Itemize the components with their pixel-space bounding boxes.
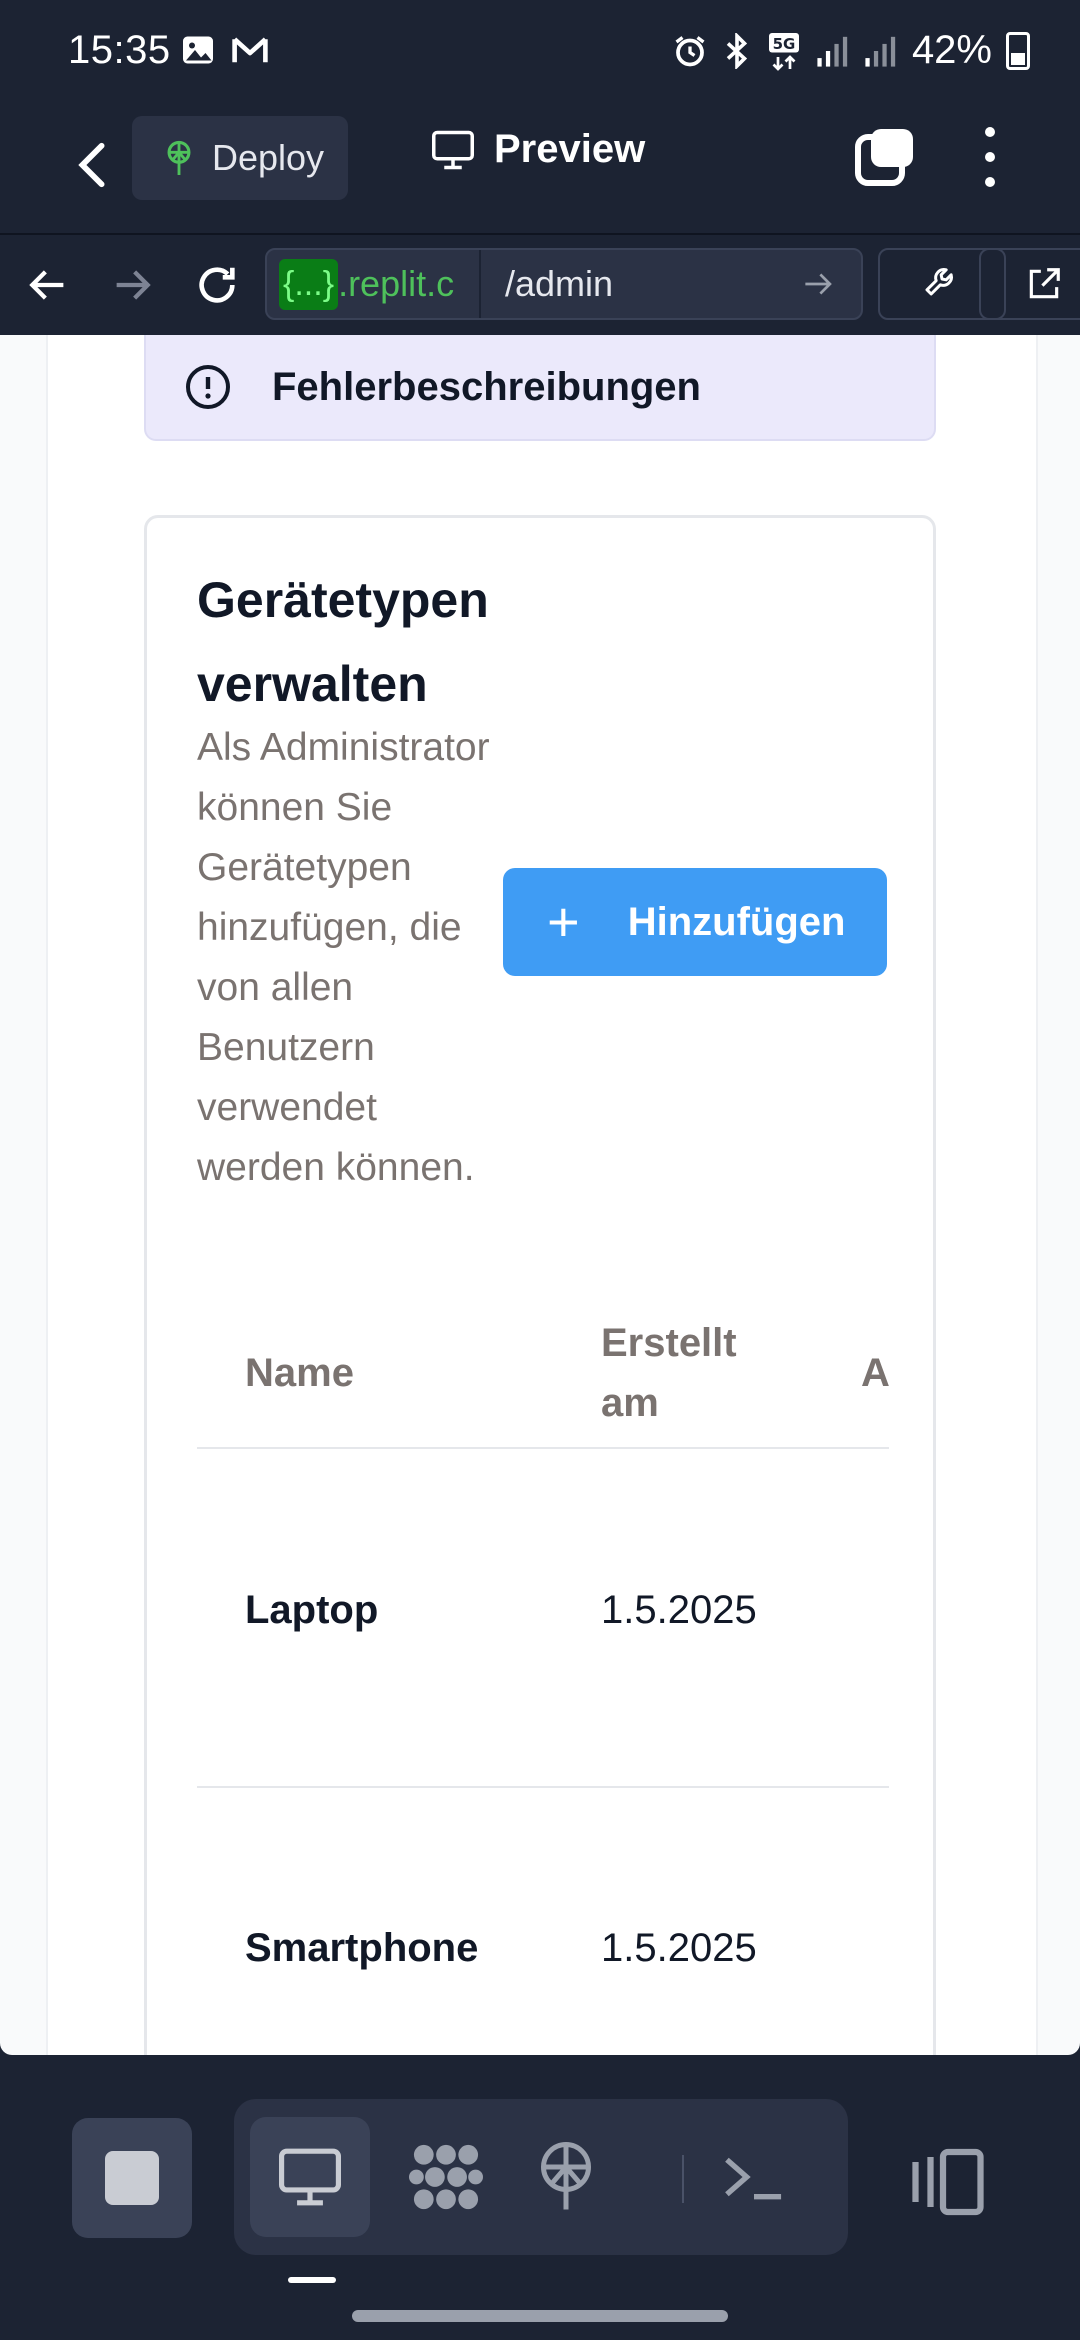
reload-icon: [199, 267, 235, 303]
system-icons: 5G 42%: [672, 28, 1030, 73]
url-bar: {...} .replit.c /admin: [0, 235, 1080, 335]
tool-switcher: [234, 2099, 848, 2255]
nav-back-button[interactable]: [22, 260, 72, 310]
signal-icon-2: [865, 36, 896, 67]
url-host-badge: {...}: [279, 258, 339, 310]
external-link-icon: [1029, 268, 1060, 299]
status-bar: 15:35 5G 42%: [0, 0, 1080, 105]
alert-text: Fehlerbeschreibungen: [272, 364, 701, 409]
gallery-icon: [183, 36, 213, 64]
agent-icon: [409, 2144, 483, 2210]
arrow-left-icon: [29, 270, 64, 300]
back-button[interactable]: [62, 135, 122, 195]
deploy-label: Deploy: [212, 137, 325, 178]
row-name: Smartphone: [245, 1926, 479, 1970]
shell-tool-button[interactable]: [694, 2117, 814, 2237]
alert-banner[interactable]: Fehlerbeschreibungen: [144, 335, 936, 441]
stop-icon: [105, 2151, 159, 2205]
alert-circle-icon: [186, 365, 230, 409]
header-divider: [197, 1447, 889, 1449]
preview-tab[interactable]: Preview: [430, 127, 645, 172]
go-arrow-icon[interactable]: [799, 269, 839, 299]
layout-toggle-icon[interactable]: [908, 2147, 988, 2217]
card-description: Als Administrator können Sie Gerätetypen…: [197, 726, 490, 1189]
device-types-card: Gerätetypen verwalten Als Administrator …: [144, 515, 936, 2055]
column-header-created[interactable]: Erstellt am: [601, 1313, 737, 1433]
svg-text:5G: 5G: [773, 34, 796, 52]
battery-percent: 42%: [911, 28, 992, 72]
preview-tool-button[interactable]: [250, 2117, 370, 2237]
device-types-table: Name Erstellt am A Laptop 1.5.2025 Smart…: [197, 1298, 889, 2055]
active-indicator: [288, 2277, 336, 2283]
monitor-icon: [432, 130, 474, 169]
chevron-left-icon: [78, 142, 105, 188]
alarm-icon: [675, 35, 705, 66]
url-host-text: .replit.c: [338, 263, 455, 304]
open-external-button[interactable]: [979, 248, 1080, 320]
deploy-tool-button[interactable]: [506, 2117, 626, 2237]
plus-icon: +: [547, 890, 580, 953]
row-created: 1.5.2025: [601, 1588, 757, 1632]
bluetooth-icon: [726, 32, 748, 69]
url-host: {...} .replit.c: [267, 250, 481, 318]
wrench-icon: [925, 268, 953, 296]
home-indicator[interactable]: [352, 2310, 728, 2322]
row-divider: [197, 1786, 889, 1788]
more-menu-icon[interactable]: [975, 127, 1005, 187]
address-field[interactable]: {...} .replit.c /admin: [265, 248, 863, 320]
column-header-actions[interactable]: A: [861, 1343, 889, 1403]
signal-icon: [817, 36, 848, 67]
web-preview: Fehlerbeschreibungen Gerätetypen verwalt…: [0, 335, 1080, 2055]
add-button-label: Hinzufügen: [627, 899, 846, 944]
gmail-icon: [232, 37, 268, 63]
deploy-icon: [167, 140, 191, 175]
notification-icons: [180, 32, 270, 68]
terminal-icon: [725, 2157, 782, 2200]
reload-button[interactable]: [192, 260, 242, 310]
add-device-type-button[interactable]: + Hinzufügen: [503, 868, 887, 976]
app-bar: Deploy Preview: [0, 105, 1080, 235]
bottom-dock: [0, 2055, 1080, 2340]
row-name: Laptop: [245, 1588, 379, 1632]
network-5g-icon: 5G: [768, 32, 799, 71]
toolbar-divider: [682, 2155, 684, 2203]
monitor-icon: [279, 2148, 341, 2206]
status-time: 15:35: [68, 28, 171, 72]
agent-tool-button[interactable]: [386, 2117, 506, 2237]
preview-label: Preview: [494, 127, 646, 171]
row-created: 1.5.2025: [601, 1926, 757, 1970]
column-header-name[interactable]: Name: [245, 1343, 354, 1403]
card-title: Gerätetypen verwalten: [197, 572, 489, 712]
nav-forward-button[interactable]: [108, 260, 158, 310]
arrow-right-icon: [116, 270, 151, 300]
stop-button[interactable]: [72, 2118, 192, 2238]
tabs-icon[interactable]: [855, 127, 915, 187]
deploy-button[interactable]: Deploy: [132, 116, 348, 200]
url-path: /admin: [505, 263, 614, 304]
deploy-icon: [541, 2142, 591, 2210]
battery-icon: [1006, 31, 1030, 70]
